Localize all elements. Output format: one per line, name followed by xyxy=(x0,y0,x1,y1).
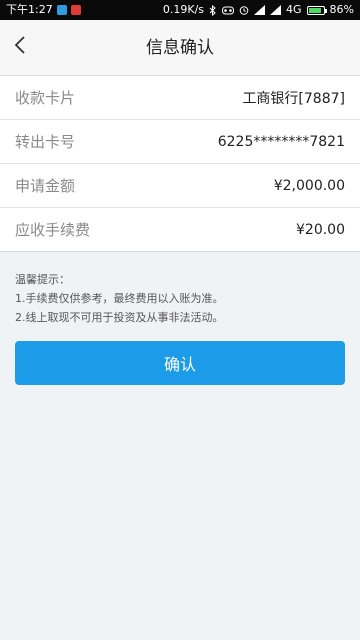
page-title: 信息确认 xyxy=(146,38,214,58)
tips-line: 2.线上取现不可用于投资及从事非法活动。 xyxy=(15,311,224,324)
info-row-fee: 应收手续费 ¥20.00 xyxy=(0,208,360,252)
status-time: 下午1:27 xyxy=(6,3,53,16)
info-label: 申请金额 xyxy=(15,177,76,195)
info-row-amount: 申请金额 ¥2,000.00 xyxy=(0,164,360,208)
info-row-receive-card: 收款卡片 工商银行[7887] xyxy=(0,76,360,120)
tips: 温馨提示： 1.手续费仅供参考，最终费用以入账为准。 2.线上取现不可用于投资及… xyxy=(15,270,345,327)
message-notification-icon xyxy=(70,5,81,15)
info-row-transfer-card: 转出卡号 6225********7821 xyxy=(0,120,360,164)
network-speed: 0.19K/s xyxy=(162,3,205,16)
tips-line: 1.手续费仅供参考，最终费用以入账为准。 xyxy=(15,292,224,305)
vr-icon xyxy=(222,6,235,15)
status-bar: 下午1:27 0.19K/s 4G 86% xyxy=(0,0,360,20)
app-notification-icon xyxy=(56,5,67,15)
tips-title: 温馨提示： xyxy=(15,273,70,286)
info-label: 转出卡号 xyxy=(15,133,76,151)
info-label: 收款卡片 xyxy=(15,89,76,107)
status-bar-right: 0.19K/s 4G 86% xyxy=(163,0,354,20)
info-value: ¥2,000.00 xyxy=(273,177,345,194)
signal-icon xyxy=(254,5,266,15)
info-value: 6225********7821 xyxy=(217,133,345,150)
alarm-icon xyxy=(239,5,249,15)
nav-bar: 信息确认 xyxy=(0,20,360,76)
confirm-button[interactable]: 确认 xyxy=(15,341,345,385)
info-label: 应收手续费 xyxy=(15,221,91,239)
signal-icon-2 xyxy=(270,5,282,15)
info-value: 工商银行[7887] xyxy=(242,90,345,107)
bluetooth-icon xyxy=(209,4,217,16)
battery-fill xyxy=(308,7,321,13)
battery-percent: 86% xyxy=(329,3,354,16)
info-value: ¥20.00 xyxy=(296,221,345,238)
status-bar-left: 下午1:27 xyxy=(6,0,81,20)
battery-icon xyxy=(306,5,327,15)
network-type: 4G xyxy=(286,3,302,16)
info-list: 收款卡片 工商银行[7887] 转出卡号 6225********7821 申请… xyxy=(0,76,360,252)
